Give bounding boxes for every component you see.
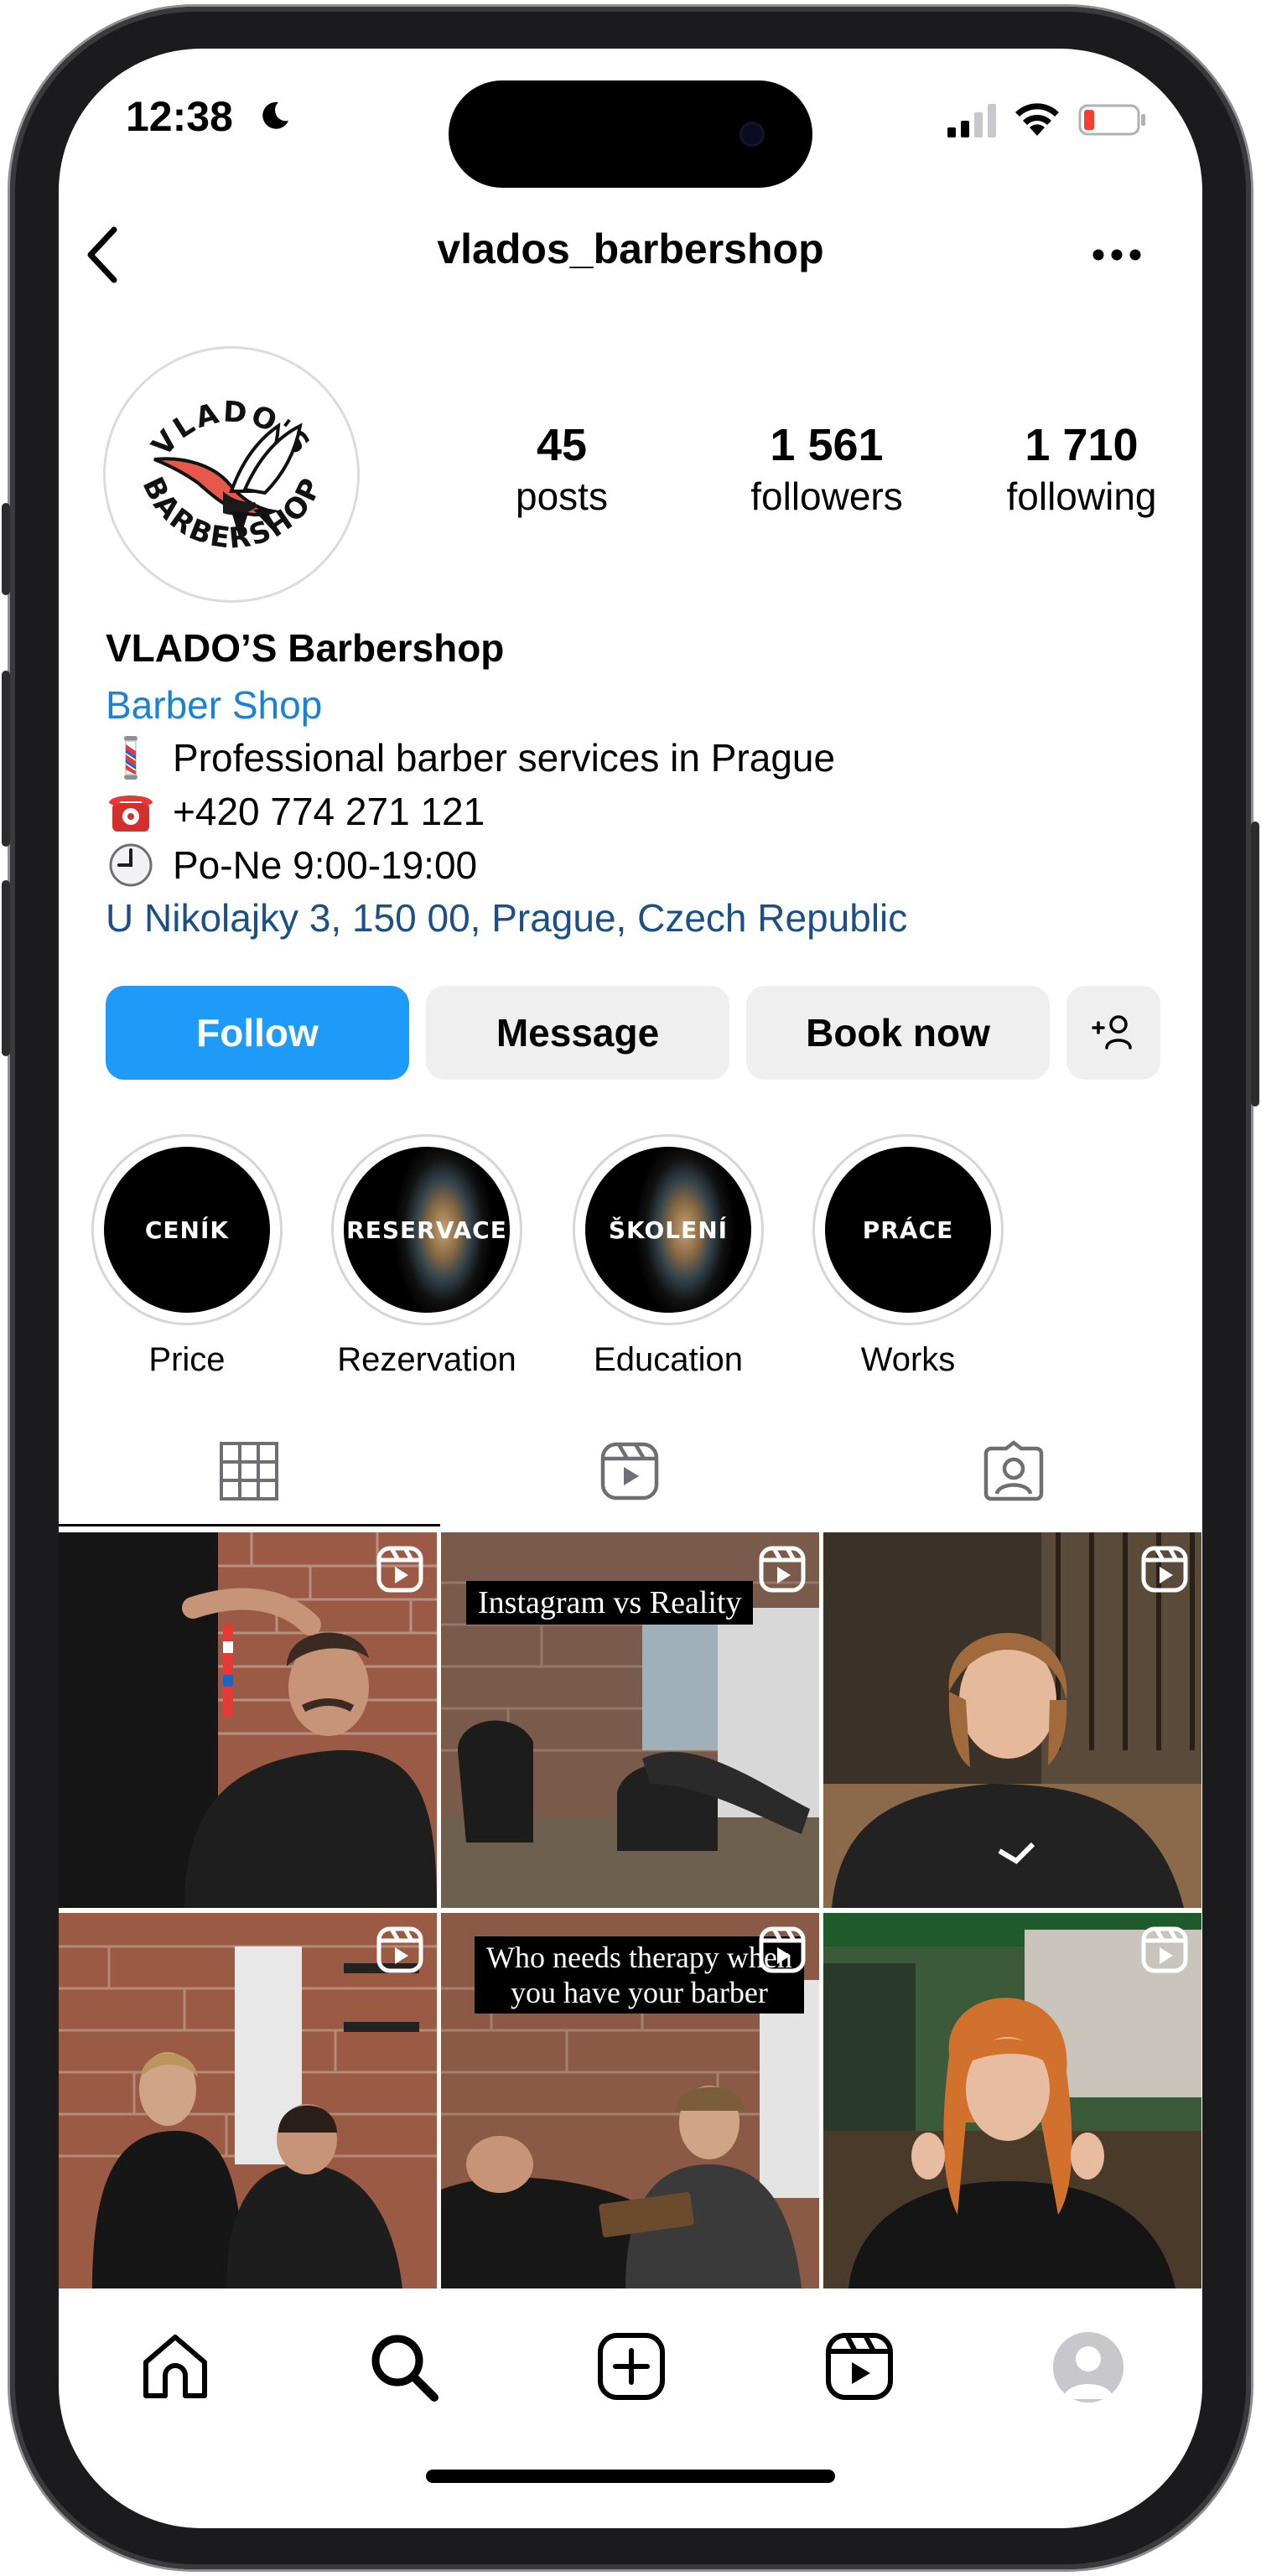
post-thumbnail[interactable]: Who needs therapy when you have your bar… xyxy=(441,1913,819,2288)
barber-pole-icon xyxy=(124,736,138,780)
clock-icon xyxy=(109,843,153,887)
reels-tab-icon[interactable] xyxy=(599,1440,661,1502)
followers-count[interactable]: 1 561 followers xyxy=(701,419,952,521)
bio-line-hours: Po-Ne 9:00-19:00 xyxy=(106,842,477,889)
battery-icon xyxy=(1078,104,1145,136)
message-button[interactable]: Message xyxy=(426,986,729,1080)
post-thumbnail[interactable] xyxy=(59,1532,437,1908)
post-thumbnail[interactable]: Instagram vs Reality xyxy=(441,1532,819,1908)
following-count[interactable]: 1 710 following xyxy=(956,419,1202,521)
book-now-button[interactable]: Book now xyxy=(746,986,1050,1080)
post-thumbnail[interactable] xyxy=(823,1532,1201,1908)
user-placeholder-icon xyxy=(1053,2332,1123,2402)
bio-line-services: Professional barber services in Prague xyxy=(106,734,835,781)
reel-icon xyxy=(759,1926,806,1973)
status-time: 12:38 xyxy=(126,93,233,140)
cellular-signal-icon xyxy=(947,104,996,137)
reel-icon xyxy=(1141,1546,1188,1593)
profile-username: vlados_barbershop xyxy=(437,225,824,272)
highlight-rezervation[interactable]: RESERVACE Rezervation xyxy=(330,1137,523,1379)
create-post-icon[interactable] xyxy=(594,2329,669,2404)
profile-avatar[interactable]: VLADO'S BARBERSHOP xyxy=(106,349,357,600)
search-icon[interactable] xyxy=(366,2329,441,2404)
suggest-people-button[interactable] xyxy=(1066,986,1160,1080)
post-thumbnail[interactable] xyxy=(823,1913,1201,2288)
add-person-icon xyxy=(1092,1015,1132,1050)
post-thumbnail[interactable] xyxy=(59,1913,437,2288)
volume-down-button xyxy=(2,880,10,1056)
volume-up-button xyxy=(2,671,10,847)
reel-icon xyxy=(1141,1926,1188,1973)
telephone-icon xyxy=(109,796,153,832)
reel-icon xyxy=(376,1926,423,1973)
barbershop-logo: VLADO'S BARBERSHOP xyxy=(136,395,328,555)
highlight-works[interactable]: PRÁCE Works xyxy=(812,1137,1004,1379)
moon-icon xyxy=(262,101,288,129)
reel-icon xyxy=(759,1546,806,1593)
side-button xyxy=(2,503,10,595)
highlight-price[interactable]: CENÍK Price xyxy=(91,1137,283,1379)
bio-line-phone: +420 774 271 121 xyxy=(106,788,485,835)
address-link[interactable]: U Nikolajky 3, 150 00, Prague, Czech Rep… xyxy=(106,895,907,941)
display-name: VLADO’S Barbershop xyxy=(106,626,505,670)
screen: 12:38 vlados_barbershop VLADO'S xyxy=(59,49,1202,2528)
post-caption-overlay: Who needs therapy when you have your bar… xyxy=(475,1936,804,2014)
dynamic-island xyxy=(449,80,812,188)
tagged-tab-icon[interactable] xyxy=(983,1440,1045,1502)
home-indicator[interactable] xyxy=(426,2470,835,2483)
follow-button[interactable]: Follow xyxy=(106,986,409,1080)
profile-category[interactable]: Barber Shop xyxy=(106,682,322,728)
posts-grid: Instagram vs Reality Who needs therapy w… xyxy=(59,1532,1202,2288)
home-icon[interactable] xyxy=(138,2329,213,2404)
wifi-icon xyxy=(1015,103,1059,136)
more-options-icon[interactable] xyxy=(1090,246,1144,263)
post-caption-overlay: Instagram vs Reality xyxy=(466,1581,754,1625)
reels-icon[interactable] xyxy=(822,2329,897,2404)
active-tab-indicator xyxy=(59,1524,440,1526)
grid-tab-icon[interactable] xyxy=(218,1440,280,1502)
power-button xyxy=(1251,822,1259,1107)
reel-icon xyxy=(376,1546,423,1593)
posts-count[interactable]: 45 posts xyxy=(436,419,688,521)
highlight-education[interactable]: ŠKOLENÍ Education xyxy=(572,1137,765,1379)
profile-avatar-nav[interactable] xyxy=(1053,2332,1123,2402)
